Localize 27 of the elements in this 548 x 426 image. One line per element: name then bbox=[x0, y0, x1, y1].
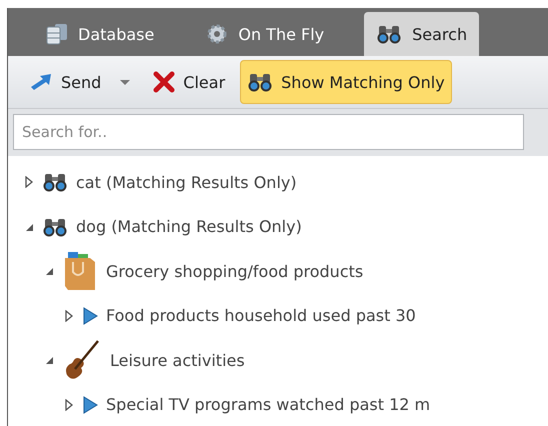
binoculars-icon bbox=[376, 24, 402, 44]
shopping-bag-icon bbox=[62, 250, 98, 292]
tree-item[interactable]: Special TV programs watched past 12 m bbox=[106, 395, 430, 414]
binoculars-icon bbox=[247, 72, 274, 92]
tree-item[interactable]: dog (Matching Results Only) bbox=[76, 217, 302, 236]
toolbar-button[interactable]: Clear bbox=[146, 60, 232, 104]
play-icon bbox=[82, 396, 98, 414]
expand-arrow-icon[interactable] bbox=[64, 310, 74, 322]
expand-arrow-icon[interactable] bbox=[24, 176, 34, 188]
tree-item[interactable]: cat (Matching Results Only) bbox=[76, 172, 297, 192]
toolbar-button[interactable]: Send bbox=[22, 60, 138, 104]
tab[interactable]: Search bbox=[364, 12, 480, 56]
tree-item[interactable]: Leisure activities bbox=[110, 350, 245, 370]
tab[interactable]: On The Fly bbox=[194, 12, 336, 56]
arrow-icon bbox=[29, 73, 53, 91]
database-icon bbox=[46, 23, 68, 45]
search-field[interactable]: Search for.. bbox=[13, 114, 524, 150]
tree-item[interactable]: Food products household used past 30 bbox=[106, 306, 416, 326]
play-icon bbox=[82, 306, 98, 325]
gear-icon bbox=[206, 23, 228, 45]
binoculars-icon bbox=[42, 172, 68, 192]
tab[interactable]: Database bbox=[34, 12, 166, 56]
binoculars-icon bbox=[42, 216, 68, 237]
toolbar-button[interactable]: Show Matching Only bbox=[240, 60, 452, 104]
expand-arrow-icon[interactable] bbox=[64, 398, 74, 411]
tree-item[interactable]: Grocery shopping/food products bbox=[106, 262, 364, 281]
close-icon bbox=[153, 71, 176, 93]
